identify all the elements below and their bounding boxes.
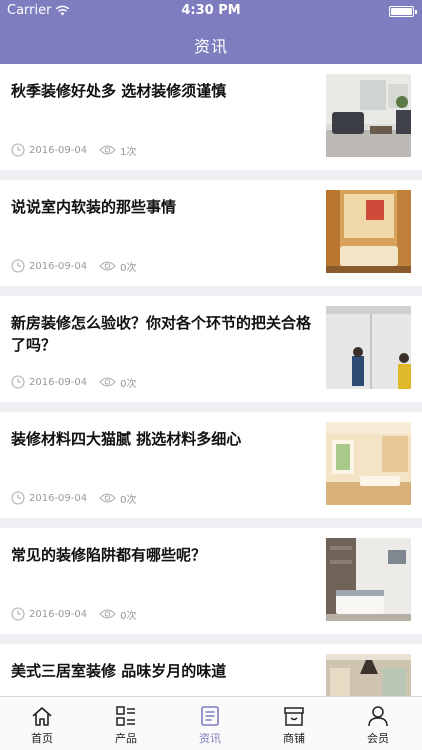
eye-icon (99, 261, 116, 271)
tab-member[interactable]: 会员 (336, 697, 420, 750)
news-item[interactable]: 常见的装修陷阱都有哪些呢？ 2016-09-04 0次 (0, 528, 422, 634)
tab-label: 会员 (367, 732, 389, 745)
news-meta: 2016-09-04 0次 (11, 490, 137, 506)
news-title: 秋季装修好处多 选材装修须谨慎 (11, 82, 227, 100)
news-item[interactable]: 装修材料四大猫腻 挑选材料多细心 2016-09-04 0次 (0, 412, 422, 518)
clock-icon (11, 491, 25, 505)
news-feed[interactable]: 秋季装修好处多 选材装修须谨慎 2016-09-04 1次 说说室内软装的那些事… (0, 64, 422, 696)
news-item[interactable]: 新房装修怎么验收？你对各个环节的把关合格了吗？ 2016-09-04 0次 (0, 296, 422, 402)
page-title: 资讯 (193, 37, 228, 56)
tab-label: 资讯 (199, 732, 221, 745)
news-item[interactable]: 说说室内软装的那些事情 2016-09-04 0次 (0, 180, 422, 286)
news-title: 装修材料四大猫腻 挑选材料多细心 (11, 430, 242, 448)
tab-news[interactable]: 资讯 (168, 697, 252, 750)
tab-bar: 首页 产品 资讯 商铺 会员 (0, 696, 422, 750)
news-thumbnail[interactable] (326, 538, 411, 621)
eye-icon (99, 377, 116, 387)
news-thumbnail[interactable] (326, 422, 411, 505)
clock-icon (11, 607, 25, 621)
news-thumbnail[interactable] (326, 74, 411, 157)
tab-label: 产品 (115, 732, 137, 745)
eye-icon (99, 145, 116, 155)
news-title: 说说室内软装的那些事情 (11, 198, 177, 216)
news-meta: 2016-09-04 0次 (11, 258, 137, 274)
news-item[interactable]: 美式三居室装修 品味岁月的味道 (0, 644, 422, 696)
home-icon (32, 707, 52, 726)
tab-label: 首页 (31, 732, 53, 745)
header: Carrier 4:30 PM 资讯 (0, 0, 422, 64)
news-meta: 2016-09-04 1次 (11, 142, 137, 158)
tab-products[interactable]: 产品 (84, 697, 168, 750)
news-views: 0次 (120, 262, 137, 274)
news-thumbnail[interactable] (326, 654, 411, 696)
user-icon (368, 706, 388, 727)
news-views: 0次 (120, 610, 137, 622)
tab-shop[interactable]: 商铺 (252, 697, 336, 750)
eye-icon (99, 609, 116, 619)
tab-home[interactable]: 首页 (0, 697, 84, 750)
clock-icon (11, 375, 25, 389)
eye-icon (99, 493, 116, 503)
news-date: 2016-09-04 (29, 260, 88, 272)
news-date: 2016-09-04 (29, 492, 88, 504)
clock-icon (11, 259, 25, 273)
news-meta: 2016-09-04 0次 (11, 374, 137, 390)
status-bar: Carrier 4:30 PM (0, 0, 422, 22)
news-thumbnail[interactable] (326, 190, 411, 273)
news-views: 0次 (120, 378, 137, 390)
news-date: 2016-09-04 (29, 608, 88, 620)
shop-icon (284, 707, 304, 726)
news-title: 新房装修怎么验收？你对各个环节的把关合格了吗？ (11, 314, 312, 354)
battery-icon (389, 6, 417, 17)
news-meta: 2016-09-04 0次 (11, 606, 137, 622)
news-thumbnail[interactable] (326, 306, 411, 389)
news-views: 1次 (120, 146, 137, 158)
clock-icon (11, 143, 25, 157)
news-icon (201, 706, 219, 726)
news-date: 2016-09-04 (29, 144, 88, 156)
list-icon (116, 706, 135, 726)
clock: 4:30 PM (181, 3, 241, 18)
news-title: 美式三居室装修 品味岁月的味道 (11, 662, 227, 680)
news-item[interactable]: 秋季装修好处多 选材装修须谨慎 2016-09-04 1次 (0, 64, 422, 170)
tab-label: 商铺 (283, 732, 305, 745)
news-title: 常见的装修陷阱都有哪些呢？ (11, 546, 207, 564)
news-date: 2016-09-04 (29, 376, 88, 388)
news-views: 0次 (120, 494, 137, 506)
